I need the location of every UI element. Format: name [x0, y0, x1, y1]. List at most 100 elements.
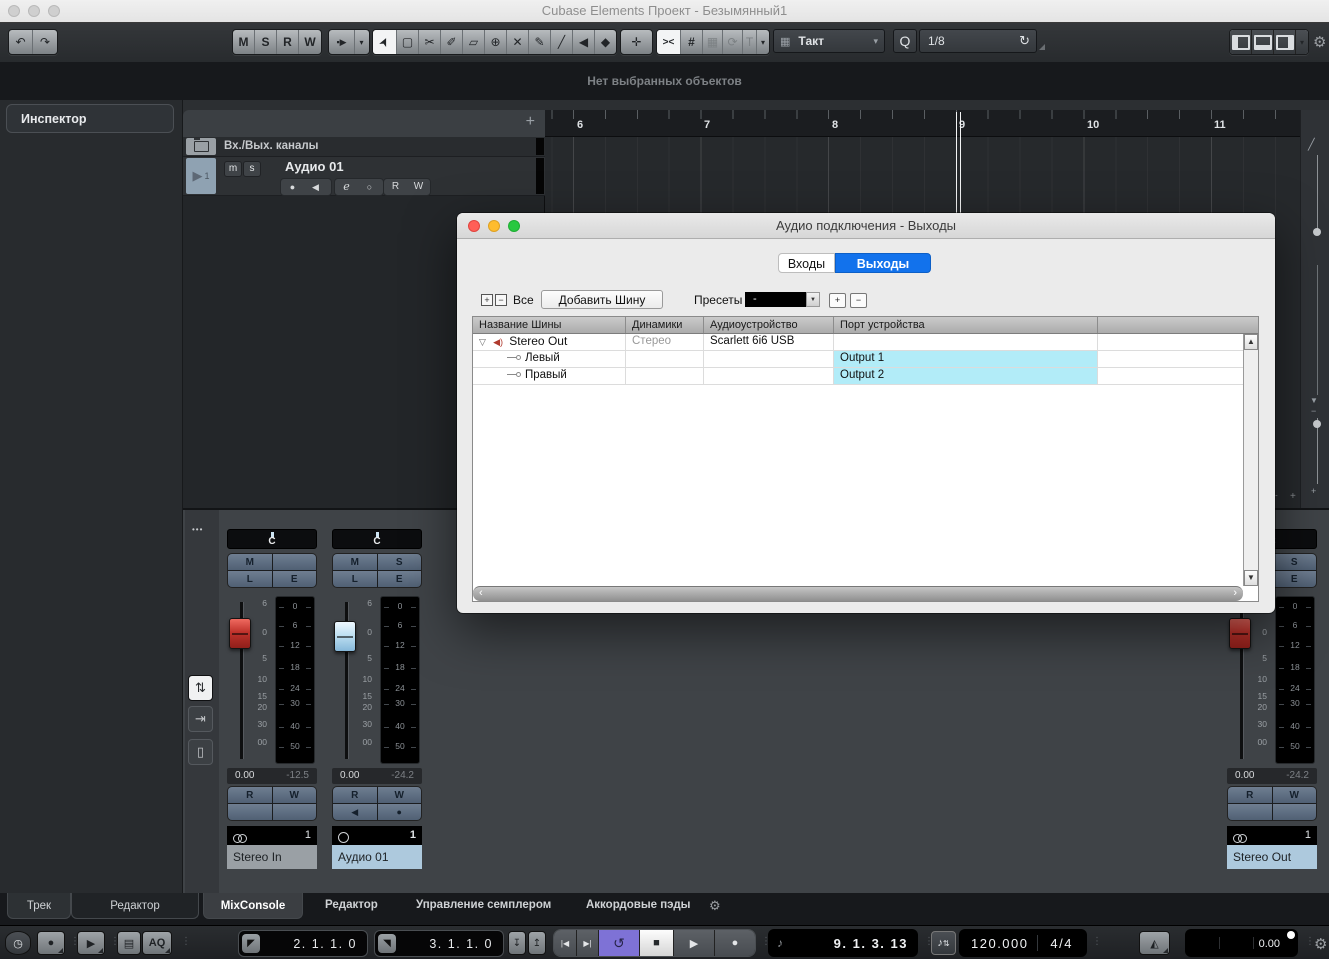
- time-signature-value[interactable]: 4/4: [1050, 936, 1073, 951]
- channel-edit-button[interactable]: E: [377, 571, 421, 587]
- add-track-button[interactable]: +: [526, 113, 535, 131]
- erase-tool[interactable]: ▱: [463, 30, 485, 54]
- play-tool[interactable]: ◀: [573, 30, 595, 54]
- record-enable-icon[interactable]: ●: [281, 179, 304, 195]
- rail-faders-button[interactable]: ⇅: [188, 675, 213, 701]
- right-locator-flag-icon[interactable]: ◥: [378, 934, 396, 953]
- record-mode-button[interactable]: ●: [37, 931, 65, 955]
- go-next-marker-button[interactable]: ▶|: [577, 930, 599, 956]
- expand-all-button[interactable]: +: [481, 294, 493, 306]
- tab-sampler-control[interactable]: Управление семплером: [416, 899, 551, 911]
- volume-fader[interactable]: [229, 618, 251, 649]
- snap-dropdown-icon[interactable]: ▾: [757, 30, 769, 54]
- peak-value[interactable]: -24.2: [391, 770, 414, 781]
- blank-button[interactable]: [1272, 804, 1316, 820]
- vzoom-slider-track[interactable]: [1317, 155, 1318, 235]
- cycle-button[interactable]: ↺: [599, 930, 640, 956]
- layout-dropdown-icon[interactable]: ▾: [1296, 30, 1308, 54]
- tempo-track-button[interactable]: ♪ ⇅: [931, 931, 956, 955]
- channel-name[interactable]: Аудио 01: [332, 845, 422, 869]
- line-tool[interactable]: ╱: [551, 30, 573, 54]
- edit-channel-button[interactable]: e: [335, 179, 358, 195]
- col-audio-device[interactable]: Аудиоустройство: [704, 317, 834, 333]
- scroll-left-button[interactable]: ‹: [479, 587, 483, 599]
- monitor-icon[interactable]: ◀: [304, 179, 327, 195]
- zoom-slider-knob[interactable]: [1313, 420, 1321, 428]
- color-tool[interactable]: ◆: [595, 30, 616, 54]
- vzoom-slider-knob[interactable]: [1313, 228, 1321, 236]
- hzoom-in-button[interactable]: +: [1290, 491, 1296, 502]
- bus-port[interactable]: [834, 334, 1098, 350]
- go-previous-marker-button[interactable]: |◀: [554, 930, 577, 956]
- mute-tool[interactable]: ✕: [507, 30, 529, 54]
- rail-output-button[interactable]: ▯: [188, 739, 213, 765]
- bus-row-left-channel[interactable]: Левый Output 1: [473, 351, 1258, 368]
- rail-routing-button[interactable]: ⇥: [188, 706, 213, 732]
- channel-read-button[interactable]: R: [228, 787, 272, 803]
- read-all-button[interactable]: R: [283, 35, 292, 49]
- scroll-down-button[interactable]: ▼: [1244, 570, 1258, 586]
- auto-punch-icon[interactable]: ▪▶: [329, 30, 355, 54]
- channel-name[interactable]: Stereo In: [227, 845, 317, 869]
- bus-device[interactable]: Scarlett 6i6 USB: [704, 334, 834, 350]
- punch-in-button[interactable]: ↧: [508, 931, 526, 955]
- toolbar-setup-gear-icon[interactable]: ⚙: [1313, 33, 1326, 51]
- channel-read-button[interactable]: R: [1228, 787, 1272, 803]
- blank-button[interactable]: [272, 804, 316, 820]
- position-value[interactable]: 9. 1. 3. 13: [834, 936, 908, 951]
- bus-name[interactable]: Stereo Out: [509, 334, 567, 348]
- channel-edit-button[interactable]: E: [1272, 571, 1316, 587]
- snap-grid-button[interactable]: #: [681, 30, 703, 54]
- channel-solo-button[interactable]: S: [377, 554, 421, 570]
- pan-control[interactable]: C: [227, 529, 317, 549]
- metronome-button[interactable]: ◭: [1139, 931, 1170, 955]
- gain-value[interactable]: 0.00: [1235, 770, 1254, 781]
- preset-select[interactable]: -: [745, 292, 806, 307]
- separator-dots[interactable]: ⋮: [1092, 936, 1103, 947]
- col-device-port[interactable]: Порт устройства: [834, 317, 1098, 333]
- crosshair-cursor-button[interactable]: ✛: [621, 30, 652, 54]
- quantize-button[interactable]: Q: [893, 29, 917, 53]
- channel-monitor-icon[interactable]: ◀: [333, 804, 377, 820]
- transport-gear-icon[interactable]: ⚙: [1314, 935, 1327, 953]
- tab-editor-left[interactable]: Редактор: [71, 893, 199, 919]
- tab-inputs[interactable]: Входы: [778, 253, 835, 273]
- snap-on-off-button[interactable]: ><: [657, 30, 681, 54]
- rail-menu-icon[interactable]: •••: [192, 525, 203, 534]
- tab-inspector[interactable]: Инспектор: [6, 104, 174, 133]
- port-select-left[interactable]: Output 1: [834, 351, 1098, 367]
- tab-mixconsole[interactable]: MixConsole: [203, 893, 303, 919]
- snap-cursor-icon[interactable]: T: [743, 30, 757, 54]
- channel-label[interactable]: Левый: [525, 352, 560, 364]
- track-read-button[interactable]: R: [384, 179, 407, 195]
- blank-button[interactable]: [1228, 804, 1272, 820]
- layout-lower-zone-button[interactable]: [1252, 30, 1274, 54]
- left-locator-value[interactable]: 2. 1. 1. 0: [293, 937, 357, 951]
- draw-tool[interactable]: ✎: [529, 30, 551, 54]
- channel-write-button[interactable]: W: [1272, 787, 1316, 803]
- bus-row-stereo-out[interactable]: ▽ ◀) Stereo Out Стерео Scarlett 6i6 USB: [473, 334, 1258, 351]
- peak-value[interactable]: -24.2: [1286, 770, 1309, 781]
- tempo-display[interactable]: 120.000 4/4: [959, 929, 1087, 957]
- layout-right-zone-button[interactable]: [1274, 30, 1296, 54]
- channel-mute-button[interactable]: M: [228, 554, 272, 570]
- record-button[interactable]: ●: [715, 930, 755, 956]
- disclosure-icon[interactable]: ▽: [479, 337, 486, 347]
- track-solo-button[interactable]: s: [243, 161, 261, 177]
- col-speakers[interactable]: Динамики: [626, 317, 704, 333]
- table-vertical-scrollbar[interactable]: ▲ ▼: [1243, 334, 1258, 586]
- stop-button[interactable]: ■: [640, 930, 674, 956]
- quantize-select[interactable]: 1/8 ↻: [919, 29, 1037, 53]
- table-horizontal-scrollbar[interactable]: ‹ ›: [473, 586, 1243, 601]
- volume-fader[interactable]: [334, 621, 356, 652]
- zoom-tool[interactable]: ⊕: [485, 30, 507, 54]
- track-write-button[interactable]: W: [407, 179, 430, 195]
- channel-read-button[interactable]: R: [333, 787, 377, 803]
- port-select-right[interactable]: Output 2: [834, 368, 1098, 384]
- left-locator-flag-icon[interactable]: ◤: [242, 934, 260, 953]
- tab-chord-pads[interactable]: Аккордовые пэды: [586, 899, 691, 911]
- channel-edit-button[interactable]: E: [272, 571, 316, 587]
- layout-left-zone-button[interactable]: [1230, 30, 1252, 54]
- scroll-up-button[interactable]: ▲: [1244, 334, 1258, 350]
- redo-icon[interactable]: ↷: [33, 30, 57, 54]
